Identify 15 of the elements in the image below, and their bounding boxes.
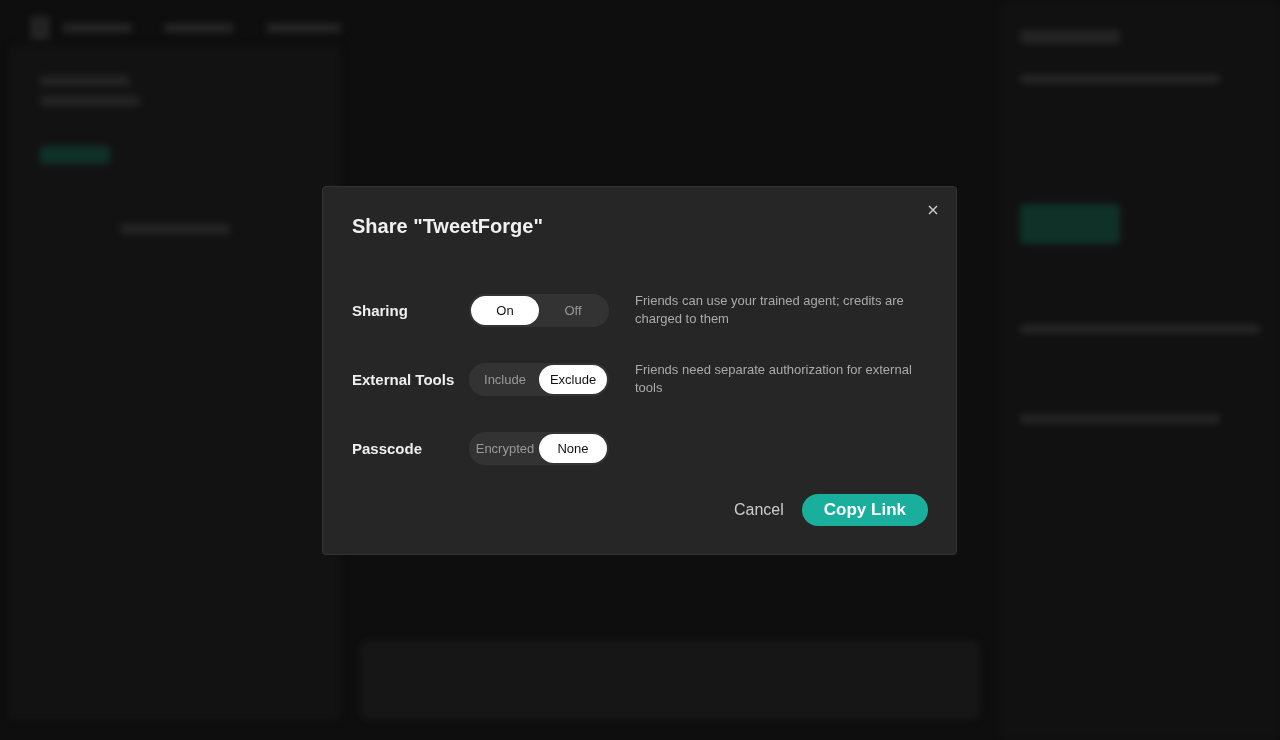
setting-description: Friends can use your trained agent; credits are charged to them: [635, 292, 905, 328]
segment-option[interactable]: Include: [471, 364, 539, 394]
close-icon: [928, 205, 938, 215]
segment-option[interactable]: Off: [539, 295, 607, 325]
dialog-title: Share "TweetForge": [352, 215, 543, 238]
cancel-button[interactable]: Cancel: [734, 495, 784, 525]
segment-option[interactable]: On: [471, 295, 539, 325]
setting-label: Passcode: [352, 439, 424, 457]
close-button[interactable]: [926, 203, 940, 217]
setting-label: External Tools: [352, 370, 456, 388]
segment-option[interactable]: Encrypted: [471, 433, 539, 463]
setting-description: Friends need separate authorization for external tools: [635, 361, 913, 397]
segment-option[interactable]: Exclude: [539, 364, 607, 394]
setting-label: Sharing: [352, 301, 409, 319]
segment-option[interactable]: None: [539, 433, 607, 463]
